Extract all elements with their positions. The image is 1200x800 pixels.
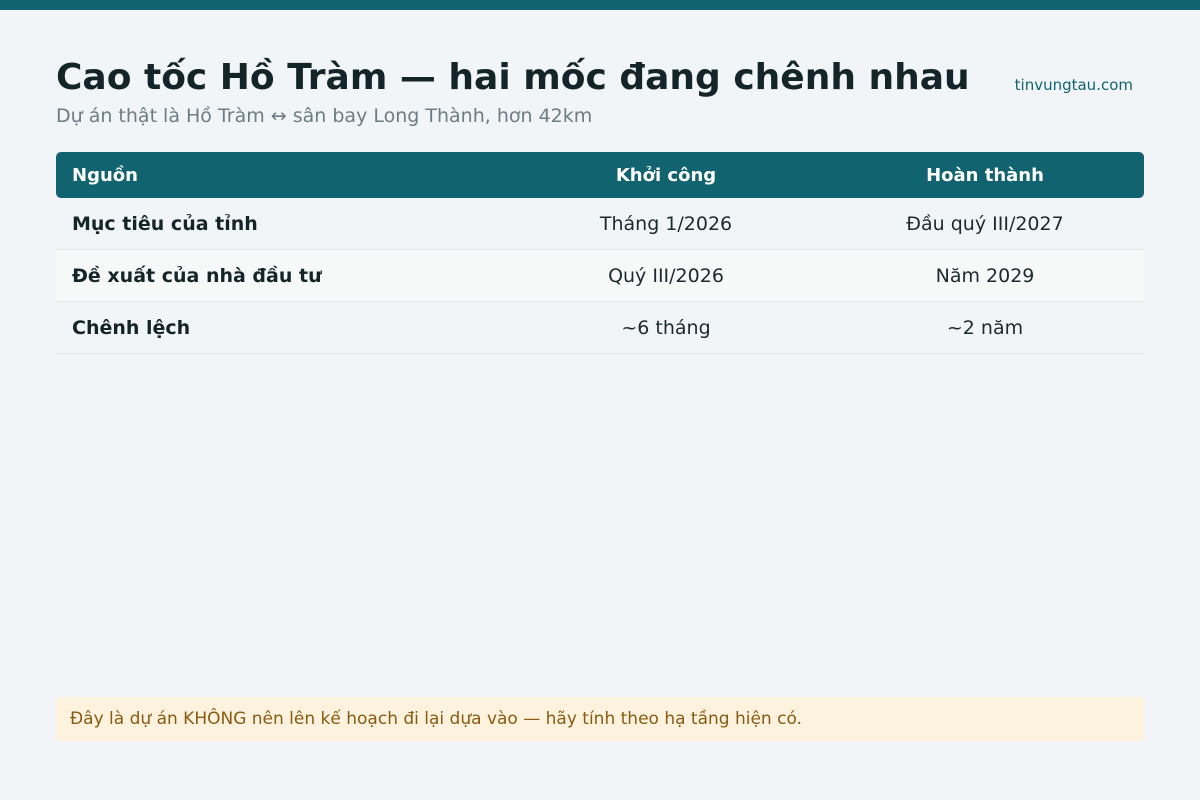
source-label: tinvungtau.com xyxy=(1014,76,1133,94)
column-header-source: Nguồn xyxy=(56,152,506,198)
top-accent-bar xyxy=(0,0,1200,10)
finish-cell: ~2 năm xyxy=(826,301,1144,354)
warning-note: Đây là dự án KHÔNG nên lên kế hoạch đi l… xyxy=(56,697,1144,741)
page-title: Cao tốc Hồ Tràm — hai mốc đang chênh nha… xyxy=(56,57,970,98)
table-row: Mục tiêu của tỉnh Tháng 1/2026 Đầu quý I… xyxy=(56,198,1144,250)
start-cell: Quý III/2026 xyxy=(506,249,826,302)
column-header-start: Khởi công xyxy=(506,152,826,198)
finish-cell: Năm 2029 xyxy=(826,249,1144,302)
start-cell: Tháng 1/2026 xyxy=(506,198,826,250)
timeline-table: Nguồn Khởi công Hoàn thành Mục tiêu của … xyxy=(56,152,1144,354)
column-header-finish: Hoàn thành xyxy=(826,152,1144,198)
table-header-row: Nguồn Khởi công Hoàn thành xyxy=(56,152,1144,198)
table-row: Đề xuất của nhà đầu tư Quý III/2026 Năm … xyxy=(56,249,1144,302)
row-label: Chênh lệch xyxy=(56,301,506,354)
row-label: Đề xuất của nhà đầu tư xyxy=(56,249,506,302)
start-cell: ~6 tháng xyxy=(506,301,826,354)
page-subtitle: Dự án thật là Hồ Tràm ↔ sân bay Long Thà… xyxy=(56,105,593,127)
finish-cell: Đầu quý III/2027 xyxy=(826,198,1144,250)
row-label: Mục tiêu của tỉnh xyxy=(56,198,506,250)
table-row: Chênh lệch ~6 tháng ~2 năm xyxy=(56,301,1144,354)
